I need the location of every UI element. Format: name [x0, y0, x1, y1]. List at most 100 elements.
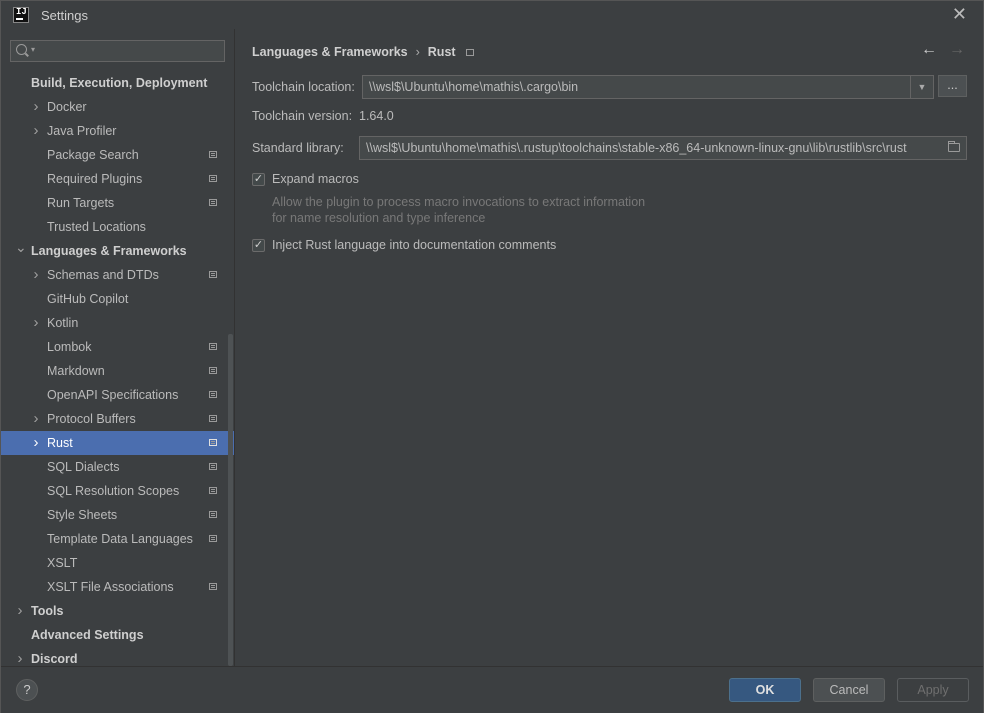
sidebar-item-rust[interactable]: › Rust — [1, 431, 234, 455]
sidebar-item-label: Docker — [47, 100, 87, 114]
sidebar-item-protocol-buffers[interactable]: › Protocol Buffers — [1, 407, 234, 431]
sidebar-scrollbar[interactable] — [228, 334, 233, 666]
settings-window: IJ Settings ✕ ▾ Build, Execution, Deploy… — [0, 0, 984, 713]
sidebar-item-java-profiler[interactable]: › Java Profiler — [1, 119, 234, 143]
window-title: Settings — [41, 8, 88, 23]
sidebar-item-label: Build, Execution, Deployment — [31, 76, 208, 90]
chevron-down-icon[interactable]: ⌄ — [15, 235, 27, 259]
sidebar-item-template-data-languages[interactable]: Template Data Languages — [1, 527, 234, 551]
sidebar-item-label: Protocol Buffers — [47, 412, 136, 426]
sidebar-item-label: Style Sheets — [47, 508, 118, 522]
search-icon — [16, 44, 27, 55]
project-level-icon — [209, 439, 217, 446]
inject-rust-label: Inject Rust language into documentation … — [272, 238, 557, 252]
toolchain-version-label: Toolchain version: — [252, 109, 353, 123]
browse-toolchain-button[interactable]: ... — [938, 75, 967, 97]
project-level-icon — [209, 175, 217, 182]
sidebar-item-label: Lombok — [47, 340, 92, 354]
sidebar-item-label: Schemas and DTDs — [47, 268, 159, 282]
standard-library-label: Standard library: — [252, 141, 344, 155]
sidebar-item-tools[interactable]: › Tools — [1, 599, 234, 623]
standard-library-value: \\wsl$\Ubuntu\home\mathis\.rustup\toolch… — [366, 141, 907, 155]
back-arrow-icon[interactable]: ← — [921, 41, 937, 59]
chevron-right-icon[interactable]: › — [31, 119, 41, 143]
breadcrumb-item: Rust — [427, 45, 456, 59]
project-level-icon — [209, 463, 217, 470]
checkbox-checked-icon[interactable]: ✓ — [252, 239, 265, 252]
checkbox-checked-icon[interactable]: ✓ — [252, 173, 265, 186]
sidebar-item-sql-resolution-scopes[interactable]: SQL Resolution Scopes — [1, 479, 234, 503]
chevron-right-icon[interactable]: › — [31, 263, 41, 287]
help-button[interactable]: ? — [16, 679, 38, 701]
apply-button[interactable]: Apply — [897, 678, 969, 702]
folder-icon[interactable] — [948, 141, 960, 152]
project-level-icon — [209, 583, 217, 590]
sidebar-item-label: Trusted Locations — [47, 220, 146, 234]
sidebar-item-github-copilot[interactable]: GitHub Copilot — [1, 287, 234, 311]
sidebar-item-required-plugins[interactable]: Required Plugins — [1, 167, 234, 191]
chevron-right-icon[interactable]: › — [31, 311, 41, 335]
dialog-footer: ? OK Cancel Apply — [1, 666, 983, 713]
sidebar-item-advanced-settings[interactable]: Advanced Settings — [1, 623, 234, 647]
forward-arrow-icon[interactable]: → — [949, 41, 965, 59]
sidebar-item-label: Run Targets — [47, 196, 115, 210]
sidebar-item-label: Kotlin — [47, 316, 79, 330]
sidebar-item-label: Tools — [31, 604, 64, 618]
project-level-icon — [209, 415, 217, 422]
sidebar-item-label: Rust — [47, 436, 73, 450]
project-level-icon — [209, 367, 217, 374]
sidebar-item-label: Template Data Languages — [47, 532, 193, 546]
chevron-right-icon[interactable]: › — [31, 95, 41, 119]
chevron-right-icon[interactable]: › — [31, 407, 41, 431]
sidebar-item-languages-frameworks[interactable]: ⌄ Languages & Frameworks — [1, 239, 234, 263]
project-level-icon — [209, 151, 217, 158]
sidebar-item-sql-dialects[interactable]: SQL Dialects — [1, 455, 234, 479]
sidebar-item-label: Package Search — [47, 148, 139, 162]
sidebar-item-label: SQL Resolution Scopes — [47, 484, 180, 498]
sidebar-item-label: Markdown — [47, 364, 105, 378]
settings-tree: Build, Execution, Deployment › Docker › Java… — [1, 71, 234, 671]
chevron-right-icon[interactable]: › — [31, 431, 41, 455]
sidebar-item-trusted-locations[interactable]: Trusted Locations — [1, 215, 234, 239]
project-level-icon — [465, 49, 474, 56]
sidebar-item-lombok[interactable]: Lombok — [1, 335, 234, 359]
ok-button[interactable]: OK — [729, 678, 801, 702]
sidebar-item-markdown[interactable]: Markdown — [1, 359, 234, 383]
toolchain-location-value: \\wsl$\Ubuntu\home\mathis\.cargo\bin — [369, 80, 579, 94]
expand-macros-hint-line2: for name resolution and type inference — [272, 211, 486, 225]
title-bar: IJ Settings ✕ — [1, 1, 983, 29]
settings-sidebar: ▾ Build, Execution, Deployment › Docker › Ja… — [1, 29, 235, 667]
sidebar-item-package-search[interactable]: Package Search — [1, 143, 234, 167]
sidebar-item-label: OpenAPI Specifications — [47, 388, 179, 402]
chevron-right-icon[interactable]: › — [15, 599, 25, 623]
sidebar-item-openapi-specifications[interactable]: OpenAPI Specifications — [1, 383, 234, 407]
sidebar-item-build-execution-deployment[interactable]: Build, Execution, Deployment — [1, 71, 234, 95]
chevron-down-icon[interactable]: ▼ — [910, 76, 933, 98]
sidebar-item-label: XSLT File Associations — [47, 580, 174, 594]
cancel-button[interactable]: Cancel — [813, 678, 885, 702]
toolchain-location-combo[interactable]: \\wsl$\Ubuntu\home\mathis\.cargo\bin ▼ — [362, 75, 934, 99]
settings-search-input[interactable]: ▾ — [10, 40, 225, 62]
sidebar-item-xslt-file-associations[interactable]: XSLT File Associations — [1, 575, 234, 599]
sidebar-item-label: Languages & Frameworks — [31, 244, 187, 258]
sidebar-item-label: Required Plugins — [47, 172, 143, 186]
sidebar-item-style-sheets[interactable]: Style Sheets — [1, 503, 234, 527]
project-level-icon — [209, 511, 217, 518]
intellij-logo-icon: IJ — [13, 7, 29, 23]
sidebar-item-kotlin[interactable]: › Kotlin — [1, 311, 234, 335]
project-level-icon — [209, 271, 217, 278]
close-icon[interactable]: ✕ — [952, 5, 967, 23]
project-level-icon — [209, 343, 217, 350]
standard-library-field[interactable]: \\wsl$\Ubuntu\home\mathis\.rustup\toolch… — [359, 136, 967, 160]
expand-macros-label: Expand macros — [272, 172, 359, 186]
sidebar-item-label: GitHub Copilot — [47, 292, 129, 306]
sidebar-item-docker[interactable]: › Docker — [1, 95, 234, 119]
toolchain-version-value: 1.64.0 — [359, 109, 394, 123]
project-level-icon — [209, 199, 217, 206]
sidebar-item-run-targets[interactable]: Run Targets — [1, 191, 234, 215]
project-level-icon — [209, 391, 217, 398]
search-history-chevron-icon[interactable]: ▾ — [31, 45, 35, 54]
sidebar-item-xslt[interactable]: XSLT — [1, 551, 234, 575]
sidebar-item-schemas-and-dtds[interactable]: › Schemas and DTDs — [1, 263, 234, 287]
sidebar-item-label: XSLT — [47, 556, 78, 570]
